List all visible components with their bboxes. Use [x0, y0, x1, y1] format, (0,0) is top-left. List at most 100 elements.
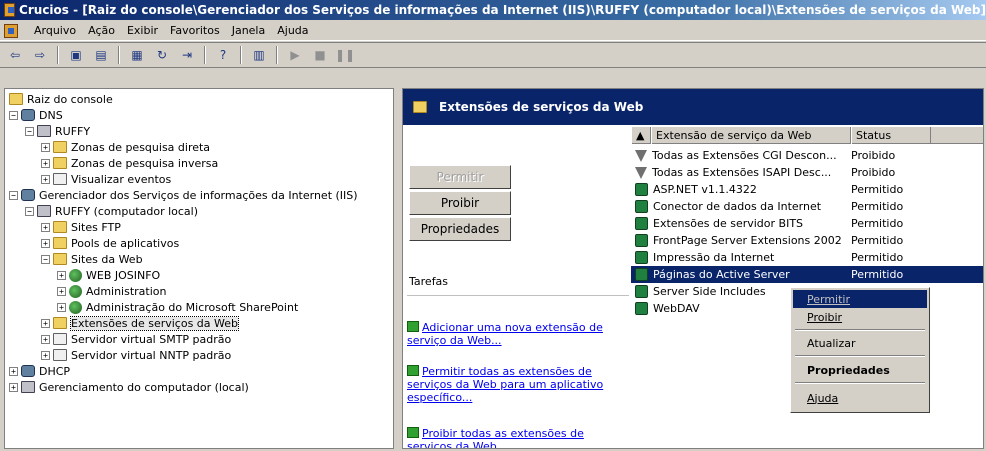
context-menu: Permitir Proibir Atualizar Propriedades …	[790, 287, 930, 413]
list-item[interactable]: Todas as Extensões ISAPI Desc... Proibido	[631, 164, 983, 181]
computer-icon	[37, 205, 51, 217]
expand-icon[interactable]: +	[41, 334, 50, 344]
context-menu-proibir[interactable]: Proibir	[793, 308, 927, 326]
context-menu-atualizar[interactable]: Atualizar	[793, 334, 927, 352]
tasks-heading: Tarefas	[409, 275, 449, 288]
tree-node-eventos[interactable]: + Visualizar eventos	[41, 171, 171, 187]
collapse-icon[interactable]: −	[25, 206, 34, 216]
tree-node-dhcp[interactable]: + DHCP	[9, 363, 70, 379]
toolbar-separator	[118, 46, 120, 64]
tree-node-iis[interactable]: − Gerenciador dos Serviços de informações…	[9, 187, 358, 203]
list-item[interactable]: Conector de dados da Internet Permitido	[631, 198, 983, 215]
up-folder-icon[interactable]: ▣	[65, 45, 87, 65]
collapse-icon[interactable]: −	[9, 110, 18, 120]
collapse-icon[interactable]: −	[41, 254, 50, 264]
tree-node-extensoes[interactable]: + Extensões de serviços da Web	[41, 315, 240, 331]
mmc-small-icon[interactable]	[4, 23, 18, 38]
back-icon[interactable]: ⇦	[4, 45, 26, 65]
expand-icon[interactable]: +	[41, 158, 50, 168]
tree-node-gerenciamento[interactable]: + Gerenciamento do computador (local)	[9, 379, 249, 395]
expand-icon[interactable]: +	[41, 142, 50, 152]
iis-icon	[21, 189, 35, 201]
toolbar-separator	[57, 46, 59, 64]
filter-icon	[635, 166, 647, 179]
tree-node-nntp[interactable]: + Servidor virtual NNTP padrão	[41, 347, 231, 363]
folder-icon	[53, 237, 67, 249]
menu-ajuda[interactable]: Ajuda	[277, 24, 308, 37]
tree-node-administration[interactable]: + Administration	[57, 283, 167, 299]
tree-node-zona-inversa[interactable]: + Zonas de pesquisa inversa	[41, 155, 218, 171]
tree-node-ruffy-local[interactable]: − RUFFY (computador local)	[25, 203, 198, 219]
dhcp-icon	[21, 365, 35, 377]
expand-icon[interactable]: +	[41, 350, 50, 360]
task-add-extension[interactable]: Adicionar uma nova extensão de serviço d…	[407, 321, 617, 347]
menu-separator	[795, 355, 925, 357]
list-item[interactable]: Impressão da Internet Permitido	[631, 249, 983, 266]
list-item[interactable]: FrontPage Server Extensions 2002 Permitid…	[631, 232, 983, 249]
propriedades-button[interactable]: Propriedades	[409, 217, 511, 241]
task-prohibit-all[interactable]: Proibir todas as extensões de serviços d…	[407, 427, 617, 448]
help-icon[interactable]: ?	[212, 45, 234, 65]
context-menu-ajuda[interactable]: Ajuda	[793, 389, 927, 407]
globe-icon	[69, 300, 82, 314]
menu-arquivo[interactable]: Arquivo	[34, 24, 76, 37]
list-header: ▲ Extensão de serviço da Web Status	[631, 127, 983, 144]
tree-node-smtp[interactable]: + Servidor virtual SMTP padrão	[41, 331, 231, 347]
tasks-divider	[407, 295, 629, 296]
tree-node-dns[interactable]: − DNS	[9, 107, 63, 123]
export-icon[interactable]: ⇥	[176, 45, 198, 65]
stop-icon[interactable]: ■	[309, 45, 331, 65]
folder-open-icon	[53, 253, 67, 265]
menu-acao[interactable]: Ação	[88, 24, 115, 37]
web-extension-icon	[635, 234, 648, 247]
expand-icon[interactable]: +	[57, 302, 66, 312]
expand-icon[interactable]: +	[9, 382, 18, 392]
task-allow-all[interactable]: Permitir todas as extensões de serviços …	[407, 365, 617, 404]
properties-icon[interactable]: ▦	[126, 45, 148, 65]
list-item-selected[interactable]: Páginas do Active Server Permitido	[631, 266, 983, 283]
collapse-icon[interactable]: −	[25, 126, 34, 136]
tree-node-sites-web[interactable]: − Sites da Web	[41, 251, 143, 267]
proibir-button[interactable]: Proibir	[409, 191, 511, 215]
menu-exibir[interactable]: Exibir	[127, 24, 158, 37]
tree-node-web-josinfo[interactable]: + WEB JOSINFO	[57, 267, 160, 283]
sort-column-header[interactable]: ▲	[631, 127, 651, 144]
menu-favoritos[interactable]: Favoritos	[170, 24, 220, 37]
forward-icon[interactable]: ⇨	[29, 45, 51, 65]
play-icon[interactable]: ▶	[284, 45, 306, 65]
context-menu-propriedades[interactable]: Propriedades	[793, 361, 927, 379]
expand-icon[interactable]: +	[9, 366, 18, 376]
expand-icon[interactable]: +	[57, 286, 66, 296]
list-item[interactable]: ASP.NET v1.1.4322 Permitido	[631, 181, 983, 198]
computer-management-icon	[21, 381, 35, 393]
permitir-button[interactable]: Permitir	[409, 165, 511, 189]
column-header-extension[interactable]: Extensão de serviço da Web	[651, 127, 851, 144]
tree-node-pools[interactable]: + Pools de aplicativos	[41, 235, 179, 251]
tree-node-ftp[interactable]: + Sites FTP	[41, 219, 121, 235]
pause-icon[interactable]: ❚❚	[334, 45, 356, 65]
console-tree[interactable]: Raiz do console − DNS − RUFFY + Zonas de pe…	[4, 88, 394, 449]
folder-icon	[9, 93, 23, 105]
tree-node-zona-direta[interactable]: + Zonas de pesquisa direta	[41, 139, 210, 155]
tree-node-root[interactable]: Raiz do console	[9, 91, 113, 107]
tree-node-ruffy[interactable]: − RUFFY	[25, 123, 90, 139]
panel-header: Extensões de serviços da Web	[403, 89, 983, 125]
refresh-icon[interactable]: ↻	[151, 45, 173, 65]
show-tree-icon[interactable]: ▤	[90, 45, 112, 65]
console-icon[interactable]: ▥	[248, 45, 270, 65]
expand-icon[interactable]: +	[41, 222, 50, 232]
expand-icon[interactable]: +	[57, 270, 66, 280]
context-menu-permitir[interactable]: Permitir	[793, 290, 927, 308]
nntp-icon	[53, 349, 67, 361]
expand-icon[interactable]: +	[41, 318, 50, 328]
list-item[interactable]: Todas as Extensões CGI Descon... Proibido	[631, 147, 983, 164]
menu-janela[interactable]: Janela	[232, 24, 266, 37]
folder-icon	[53, 157, 67, 169]
column-header-status[interactable]: Status	[851, 127, 931, 144]
list-item[interactable]: Extensões de servidor BITS Permitido	[631, 215, 983, 232]
expand-icon[interactable]: +	[41, 238, 50, 248]
expand-icon[interactable]: +	[41, 174, 50, 184]
toolbar-separator	[276, 46, 278, 64]
tree-node-admin-sharepoint[interactable]: + Administração do Microsoft SharePoint	[57, 299, 298, 315]
collapse-icon[interactable]: −	[9, 190, 18, 200]
